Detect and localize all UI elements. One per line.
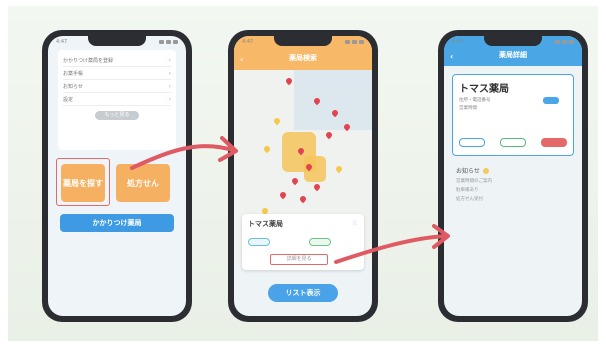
pharmacy-info-line: 営業時間 [459,106,477,111]
list-item-label: 設定 [63,96,74,103]
chevron-right-icon: › [168,56,171,64]
status-icons [345,40,364,44]
action-button[interactable] [500,138,526,147]
tag-chip [309,238,331,246]
info-heading-label: お知らせ [456,168,480,175]
list-item[interactable]: かかりつけ薬局を登録 › [63,54,171,67]
map-pin-icon[interactable] [330,108,340,118]
status-badge [543,97,559,104]
header-title: 薬局詳細 [499,51,527,59]
chevron-right-icon: › [168,95,171,103]
prescription-button[interactable]: 処方せん [116,164,170,202]
status-time: 4:47 [56,39,68,45]
status-icons [159,40,178,44]
status-time: 4:47 [452,39,464,45]
phone-notch [484,36,542,46]
action-button[interactable] [459,138,485,147]
pharmacy-detail-card: トマス薬局 住所・電話番号 営業時間 [452,74,574,156]
status-icons [555,40,574,44]
action-button-row [459,138,567,147]
star-icon[interactable]: ☆ [352,219,358,227]
info-section: お知らせ 営業時間のご案内 駐車場あり 処方せん受付 [456,166,572,202]
info-line: 処方せん受付 [456,197,483,202]
chevron-right-icon: › [168,82,171,90]
chevron-right-icon: › [168,69,171,77]
phone-detail: 4:47 ‹ 薬局詳細 トマス薬局 住所・電話番号 営業時間 お知らせ 営業時間… [438,30,588,322]
back-arrow-icon[interactable]: ‹ [450,52,453,61]
phone-detail-screen: 4:47 ‹ 薬局詳細 トマス薬局 住所・電話番号 営業時間 お知らせ 営業時間… [444,36,582,316]
list-view-button[interactable]: リスト表示 [268,284,338,302]
pharmacy-popup-card[interactable]: トマス薬局 ☆ 詳細を見る [242,214,364,270]
menu-list-card: かかりつけ薬局を登録 › お薬手帳 › お知らせ › 設定 › もっと見る [58,50,176,150]
list-item[interactable]: お知らせ › [63,80,171,93]
map-pin-icon[interactable] [312,96,322,106]
list-item[interactable]: お薬手帳 › [63,67,171,80]
list-item[interactable]: 設定 › [63,93,171,106]
more-button[interactable]: もっと見る [95,111,139,120]
list-item-label: お知らせ [63,83,83,90]
action-button[interactable] [541,138,567,147]
back-arrow-icon[interactable]: ‹ [240,55,243,64]
phone-notch [88,36,146,46]
info-line: 駐車場あり [456,188,479,193]
header-title: 薬局検索 [289,54,317,62]
phone-home-screen: 4:47 かかりつけ薬局を登録 › お薬手帳 › お知らせ › 設定 › もっと… [48,36,186,316]
tag-chip [248,238,270,246]
pharmacy-name: トマス薬局 [459,84,509,95]
info-line: 営業時間のご案内 [456,179,492,184]
list-item-label: お薬手帳 [63,70,84,77]
phone-home: 4:47 かかりつけ薬局を登録 › お薬手帳 › お知らせ › 設定 › もっと… [42,30,192,322]
smile-icon [482,167,489,174]
detail-link-button[interactable]: 詳細を見る [270,254,328,265]
chip-row [248,238,358,246]
phone-map-screen: 4:47 ‹ 薬局検索 トマス薬局 ☆ 詳細を見る リスト表示 [234,36,372,316]
list-item-label: かかりつけ薬局を登録 [63,57,114,64]
find-pharmacy-button[interactable]: 薬局を探す [61,164,105,202]
family-pharmacy-button[interactable]: かかりつけ薬局 [60,214,174,232]
info-heading: お知らせ [456,166,572,175]
status-time: 4:47 [242,39,254,45]
phone-notch [274,36,332,46]
pharmacy-name: トマス薬局 [248,220,283,228]
phone-map: 4:47 ‹ 薬局検索 トマス薬局 ☆ 詳細を見る リスト表示 [228,30,378,322]
